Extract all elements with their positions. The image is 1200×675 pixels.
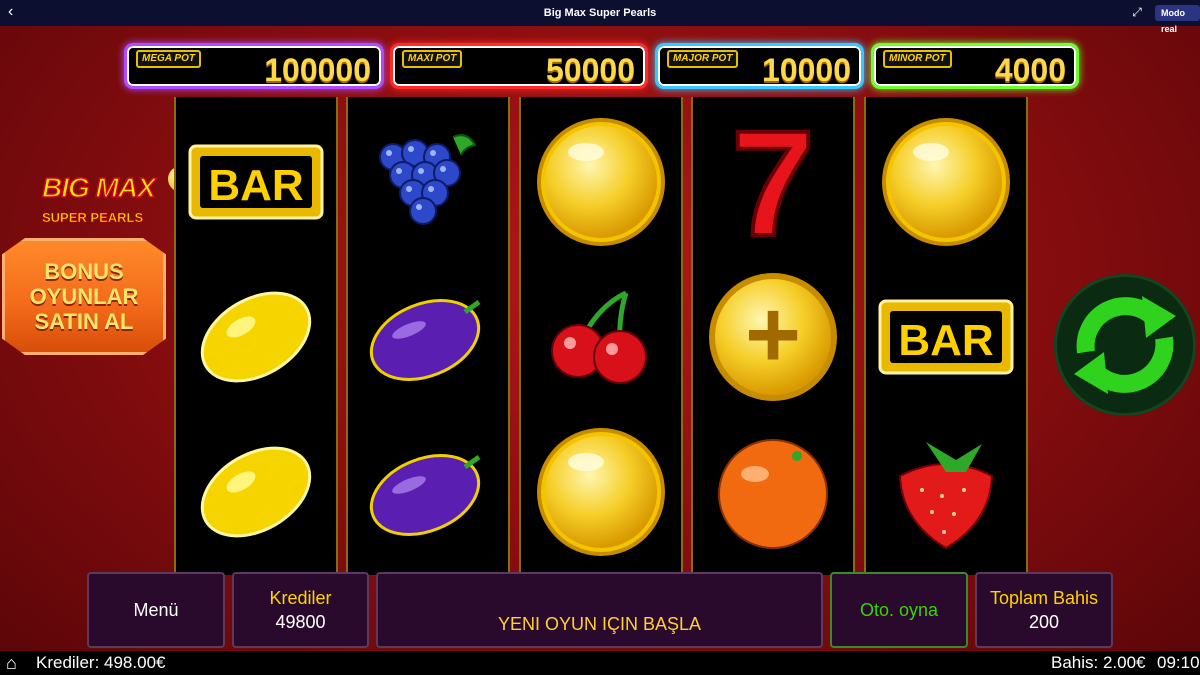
- credits-value: 49800: [275, 612, 326, 632]
- jackpot-label: MAJOR POT: [667, 50, 739, 68]
- symbol-grapes-icon: [348, 107, 508, 257]
- jackpot-major: MAJOR POT 10000: [655, 43, 864, 89]
- status-time: 09:10: [1157, 653, 1200, 672]
- jackpot-maxi: MAXI POT 50000: [390, 43, 648, 89]
- jackpot-value: 50000: [546, 52, 635, 88]
- fullscreen-icon[interactable]: ⤢: [1130, 5, 1144, 19]
- symbol-strawberry-icon: [866, 417, 1026, 567]
- menu-button[interactable]: Menü: [87, 572, 225, 648]
- svg-text:BAR: BAR: [898, 316, 993, 365]
- autoplay-button[interactable]: Oto. oyna: [830, 572, 968, 648]
- status-bet: Bahis: 2.00€: [1051, 653, 1146, 672]
- start-game-button[interactable]: YENI OYUN IÇIN BAŞLA: [376, 572, 823, 648]
- jackpot-value: 4000: [994, 52, 1066, 88]
- svg-text:+: +: [745, 281, 801, 388]
- symbol-pearl-icon: [521, 107, 681, 257]
- logo-subtitle: SUPER PEARLS: [42, 210, 144, 226]
- total-bet-button[interactable]: Toplam Bahis 200: [975, 572, 1113, 648]
- status-bar: ⌂ Krediler: 498.00€ Bahis: 2.00€ 09:10: [0, 651, 1200, 675]
- jackpot-mega: MEGA POT 100000: [124, 43, 384, 89]
- bonus-buy-button[interactable]: BONUS OYUNLAR SATIN AL: [2, 238, 166, 355]
- mode-real-button[interactable]: Modo real: [1155, 5, 1200, 34]
- svg-text:7: 7: [731, 117, 814, 247]
- reel-5: BAR: [864, 97, 1028, 575]
- symbol-seven-icon: 7: [693, 107, 853, 257]
- symbol-plum-icon: [348, 262, 508, 412]
- status-credits: Krediler: 498.00€: [36, 653, 166, 672]
- bonus-line-2: OYUNLAR: [29, 284, 139, 309]
- spin-button[interactable]: [1054, 274, 1196, 416]
- symbol-plum-icon: [348, 417, 508, 567]
- symbol-pearl-icon: [866, 107, 1026, 257]
- symbol-bar-icon: BAR: [176, 107, 336, 257]
- jackpot-value: 10000: [762, 52, 851, 88]
- symbol-lemon-icon: [176, 417, 336, 567]
- bonus-line-3: SATIN AL: [34, 309, 134, 334]
- credits-label: Krediler: [269, 588, 332, 608]
- back-chevron-icon[interactable]: ‹: [8, 3, 13, 21]
- top-bar: ‹ Big Max Super Pearls ⤢ Modo real: [0, 0, 1200, 34]
- reel-2: [346, 97, 510, 575]
- home-icon[interactable]: ⌂: [6, 651, 17, 675]
- symbol-orange-icon: [693, 417, 853, 567]
- reel-1: BAR: [174, 97, 338, 575]
- total-bet-value: 200: [1028, 612, 1060, 632]
- jackpot-label: MEGA POT: [136, 50, 201, 68]
- symbol-lemon-icon: [176, 262, 336, 412]
- logo-title: BIG MAX: [41, 171, 156, 204]
- credits-panel: Krediler 49800: [232, 572, 369, 648]
- symbol-bar-icon: BAR: [866, 262, 1026, 412]
- svg-text:BAR: BAR: [208, 161, 303, 210]
- symbol-pearl-icon: [521, 417, 681, 567]
- jackpot-label: MAXI POT: [402, 50, 463, 68]
- reel-4: 7 +: [691, 97, 855, 575]
- symbol-plus-pearl-icon: +: [693, 262, 853, 412]
- game-logo: BIG MAX $ SUPER PEARLS: [22, 166, 194, 230]
- spin-arrows-icon: [1074, 296, 1176, 394]
- total-bet-label: Toplam Bahis: [989, 588, 1099, 608]
- reel-3: [519, 97, 683, 575]
- symbol-cherries-icon: [521, 262, 681, 412]
- jackpot-label: MINOR POT: [883, 50, 952, 68]
- jackpot-value: 100000: [264, 52, 371, 88]
- bonus-line-1: BONUS: [44, 259, 124, 284]
- autoplay-label: Oto. oyna: [859, 600, 939, 620]
- start-label: YENI OYUN IÇIN BAŞLA: [497, 614, 702, 634]
- game-title: Big Max Super Pearls: [543, 7, 657, 19]
- menu-label: Menü: [133, 600, 179, 620]
- jackpot-minor: MINOR POT 4000: [871, 43, 1079, 89]
